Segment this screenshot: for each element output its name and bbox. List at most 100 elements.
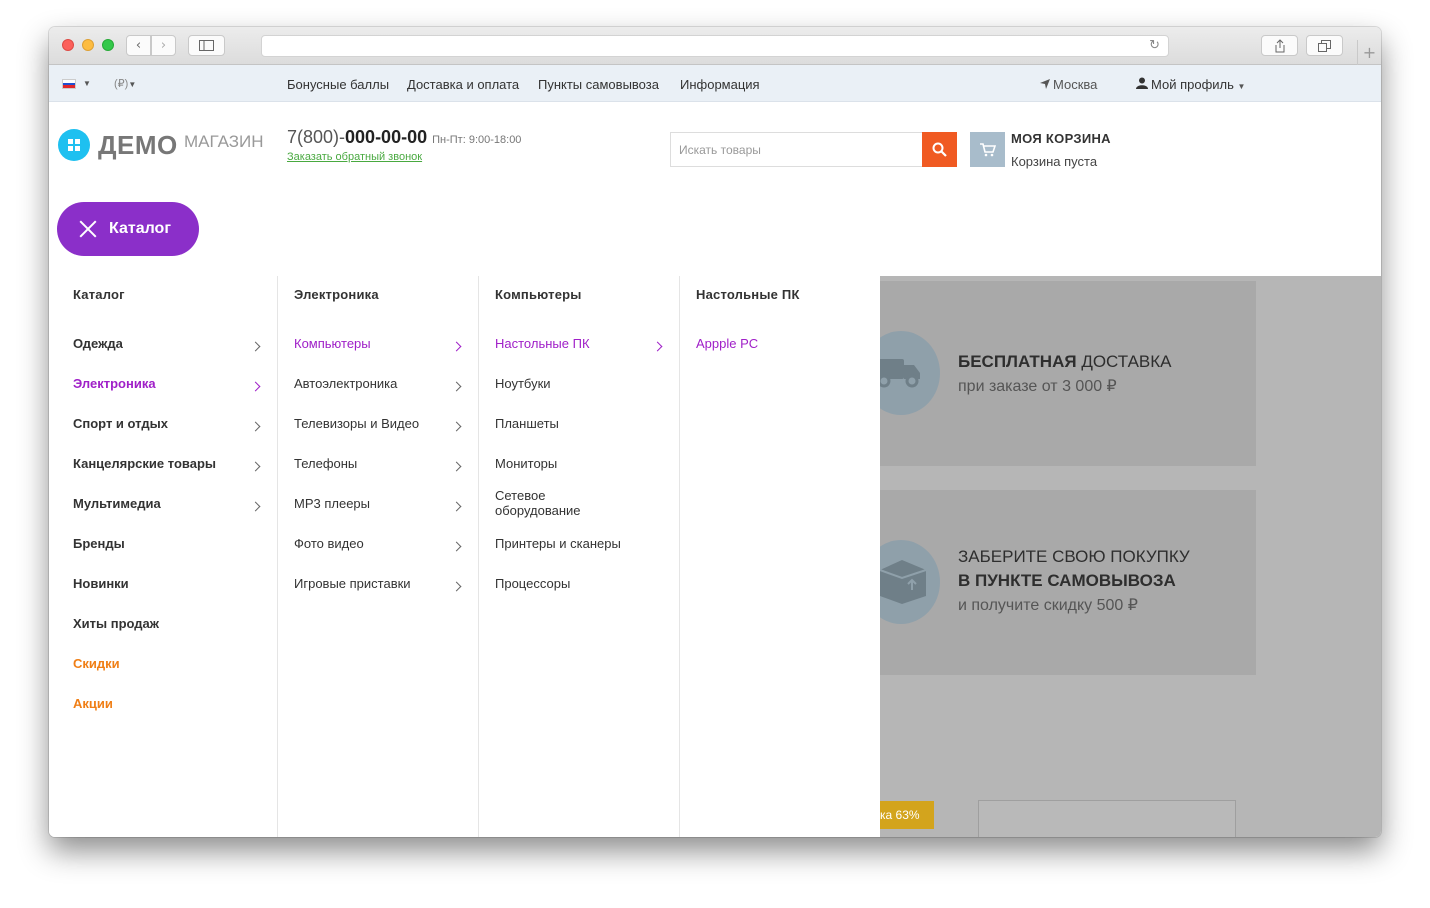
profile-menu[interactable]: Мой профиль ▼ bbox=[1136, 77, 1245, 92]
menu-item-bestsellers[interactable]: Хиты продаж bbox=[73, 616, 159, 631]
link-bonus-points[interactable]: Бонусные баллы bbox=[287, 77, 389, 92]
menu-item-computers[interactable]: Компьютеры bbox=[294, 336, 371, 351]
logo-icon[interactable] bbox=[58, 129, 90, 161]
tabs-icon bbox=[1318, 40, 1331, 52]
city-selector[interactable]: Москва bbox=[1040, 77, 1097, 92]
phone-prefix: 7(800)- bbox=[287, 127, 345, 147]
menu-item-monitors[interactable]: Мониторы bbox=[495, 456, 557, 471]
promo-delivery-title: ДОСТАВКА bbox=[1081, 352, 1171, 371]
menu-item-promotions[interactable]: Акции bbox=[73, 696, 113, 711]
menu-item-processors[interactable]: Процессоры bbox=[495, 576, 570, 591]
promo-delivery-text: БЕСПЛАТНАЯ ДОСТАВКА при заказе от 3 000 … bbox=[958, 350, 1172, 399]
search-icon bbox=[932, 142, 947, 157]
chevron-right-icon[interactable] bbox=[452, 502, 462, 512]
chevron-right-icon[interactable] bbox=[251, 502, 261, 512]
language-dropdown-caret[interactable]: ▼ bbox=[83, 79, 91, 88]
cart-button[interactable] bbox=[970, 132, 1005, 167]
chevron-right-icon[interactable] bbox=[452, 582, 462, 592]
user-icon bbox=[1136, 77, 1148, 89]
promo-pickup-text: ЗАБЕРИТЕ СВОЮ ПОКУПКУ В ПУНКТЕ САМОВЫВОЗ… bbox=[958, 545, 1190, 618]
menu-item-brands[interactable]: Бренды bbox=[73, 536, 125, 551]
menu-item-auto-electronics[interactable]: Автоэлектроника bbox=[294, 376, 397, 391]
menu-item-electronics[interactable]: Электроника bbox=[73, 376, 156, 391]
promo-pickup[interactable]: ЗАБЕРИТЕ СВОЮ ПОКУПКУ В ПУНКТЕ САМОВЫВОЗ… bbox=[880, 490, 1256, 675]
menu-item-new[interactable]: Новинки bbox=[73, 576, 129, 591]
menu-item-stationery[interactable]: Канцелярские товары bbox=[73, 456, 216, 471]
sidebar-icon bbox=[199, 40, 214, 51]
russia-flag-icon[interactable] bbox=[62, 79, 76, 89]
menu-item-printers[interactable]: Принтеры и сканеры bbox=[495, 536, 621, 551]
forward-button[interactable]: › bbox=[151, 35, 176, 56]
callback-link[interactable]: Заказать обратный звонок bbox=[287, 151, 422, 163]
logo-subtext[interactable]: МАГАЗИН bbox=[184, 132, 263, 152]
catalog-toggle-button[interactable]: Каталог bbox=[57, 202, 199, 256]
tabs-overview-button[interactable] bbox=[1306, 35, 1343, 56]
sidebar-toggle-button[interactable] bbox=[188, 35, 225, 56]
menu-item-photo-video[interactable]: Фото видео bbox=[294, 536, 364, 551]
menu-item-laptops[interactable]: Ноутбуки bbox=[495, 376, 551, 391]
link-pickup-points[interactable]: Пункты самовывоза bbox=[538, 77, 659, 92]
chevron-right-icon[interactable] bbox=[452, 382, 462, 392]
cart-title[interactable]: МОЯ КОРЗИНА bbox=[1011, 131, 1111, 146]
chevron-right-icon[interactable] bbox=[452, 542, 462, 552]
promo-pickup-sub: и получите скидку 500 ₽ bbox=[958, 597, 1138, 614]
menu-column-title: Каталог bbox=[73, 287, 125, 302]
share-button[interactable] bbox=[1261, 35, 1298, 56]
menu-item-discounts[interactable]: Скидки bbox=[73, 656, 120, 671]
promo-pickup-line1: ЗАБЕРИТЕ СВОЮ ПОКУПКУ bbox=[958, 547, 1190, 566]
catalog-mega-menu: Каталог Одежда Электроника Спорт и отдых… bbox=[49, 276, 880, 837]
share-icon bbox=[1274, 39, 1286, 53]
page-content-overlay[interactable]: БЕСПЛАТНАЯ ДОСТАВКА при заказе от 3 000 … bbox=[880, 276, 1381, 837]
new-tab-button[interactable]: + bbox=[1357, 40, 1381, 65]
menu-column-catalog: Каталог Одежда Электроника Спорт и отдых… bbox=[49, 276, 278, 837]
address-bar[interactable]: ↻ bbox=[261, 35, 1169, 57]
profile-label: Мой профиль bbox=[1151, 77, 1234, 92]
menu-item-mp3[interactable]: MP3 плееры bbox=[294, 496, 370, 511]
chevron-down-icon: ▼ bbox=[1238, 82, 1246, 91]
phone-number: 7(800)-000-00-00 Пн-Пт: 9:00-18:00 bbox=[287, 127, 521, 148]
browser-window: ‹ › ↻ + ▼ (₽)▼ Бонусные баллы Доставка и… bbox=[49, 27, 1381, 837]
product-card[interactable] bbox=[978, 800, 1236, 837]
menu-item-clothing[interactable]: Одежда bbox=[73, 336, 123, 351]
menu-item-game-consoles[interactable]: Игровые приставки bbox=[294, 576, 411, 591]
chevron-right-icon[interactable] bbox=[251, 382, 261, 392]
discount-badge-label: ка 63% bbox=[880, 808, 920, 822]
minimize-window-button[interactable] bbox=[82, 39, 94, 51]
city-label: Москва bbox=[1053, 77, 1097, 92]
menu-item-phones[interactable]: Телефоны bbox=[294, 456, 357, 471]
chevron-right-icon[interactable] bbox=[452, 422, 462, 432]
menu-item-sport[interactable]: Спорт и отдых bbox=[73, 416, 168, 431]
menu-item-desktops[interactable]: Настольные ПК bbox=[495, 336, 590, 351]
chevron-down-icon: ▼ bbox=[128, 80, 136, 89]
search-button[interactable] bbox=[922, 132, 957, 167]
menu-item-tv-video[interactable]: Телевизоры и Видео bbox=[294, 416, 419, 431]
menu-item-tablets[interactable]: Планшеты bbox=[495, 416, 559, 431]
close-window-button[interactable] bbox=[62, 39, 74, 51]
link-delivery-payment[interactable]: Доставка и оплата bbox=[407, 77, 519, 92]
chevron-right-icon[interactable] bbox=[452, 462, 462, 472]
zoom-window-button[interactable] bbox=[102, 39, 114, 51]
link-information[interactable]: Информация bbox=[680, 77, 760, 92]
catalog-button-label: Каталог bbox=[109, 220, 171, 238]
currency-dropdown[interactable]: (₽)▼ bbox=[114, 77, 136, 90]
promo-free-delivery[interactable]: БЕСПЛАТНАЯ ДОСТАВКА при заказе от 3 000 … bbox=[880, 281, 1256, 466]
promo-delivery-sub: при заказе от 3 000 ₽ bbox=[958, 378, 1117, 395]
chevron-right-icon[interactable] bbox=[251, 462, 261, 472]
discount-badge[interactable]: ка 63% bbox=[880, 801, 934, 829]
chevron-right-icon[interactable] bbox=[251, 422, 261, 432]
browser-toolbar: ‹ › ↻ + bbox=[49, 27, 1381, 65]
logo-text[interactable]: ДЕМО bbox=[98, 130, 178, 161]
chevron-right-icon[interactable] bbox=[452, 342, 462, 352]
cart-status: Корзина пуста bbox=[1011, 154, 1097, 169]
back-button[interactable]: ‹ bbox=[126, 35, 151, 56]
menu-column-electronics: Электроника Компьютеры Автоэлектроника Т… bbox=[278, 276, 479, 837]
reload-icon[interactable]: ↻ bbox=[1149, 38, 1160, 53]
chevron-right-icon[interactable] bbox=[251, 342, 261, 352]
currency-label: (₽) bbox=[114, 78, 128, 90]
search-input[interactable]: Искать товары bbox=[670, 132, 923, 167]
menu-item-apple-pc[interactable]: Appple PC bbox=[696, 336, 758, 351]
menu-column-desktops: Настольные ПК Appple PC bbox=[680, 276, 880, 837]
menu-item-multimedia[interactable]: Мультимедиа bbox=[73, 496, 161, 511]
menu-item-network[interactable]: Сетевое оборудование bbox=[495, 488, 605, 518]
chevron-right-icon[interactable] bbox=[653, 342, 663, 352]
